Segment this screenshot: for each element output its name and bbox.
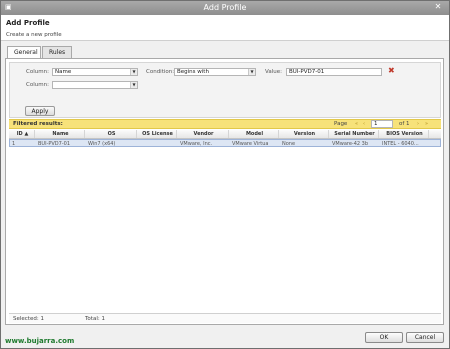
cell-id: 1: [12, 141, 16, 146]
cell-name: BUI-PVD7-01: [38, 141, 71, 146]
last-page-icon[interactable]: »: [425, 121, 428, 127]
tab-rules[interactable]: Rules: [42, 46, 72, 58]
prev-page-icon[interactable]: ‹: [363, 121, 365, 127]
add-profile-window: ▣ Add Profile ✕ Add Profile Create a new…: [0, 0, 450, 349]
cell-bios: INTEL - 6040...: [382, 141, 419, 146]
filtered-results-label: Filtered results:: [13, 121, 63, 127]
cell-os: Win7 (x64): [88, 141, 116, 146]
cell-version: None: [282, 141, 296, 146]
column-label-2: Column:: [26, 82, 49, 88]
watermark-text: www.bujarra.com: [5, 337, 75, 345]
col-model-header[interactable]: Model: [229, 130, 279, 138]
chevron-down-icon[interactable]: ▼: [130, 69, 137, 75]
first-page-icon[interactable]: «: [355, 121, 358, 127]
col-os-header[interactable]: OS: [85, 130, 137, 138]
grid-empty-area: [9, 149, 441, 309]
general-tab-panel: Column: Name ▼ Condition: Begins with ▼ …: [5, 58, 444, 325]
results-grid: ID ▲ Name OS OS License Vendor Model Ver…: [9, 130, 441, 147]
column-label: Column:: [26, 69, 49, 75]
col-version-header[interactable]: Version: [279, 130, 329, 138]
cell-os-license: [138, 140, 178, 146]
column-select-value: Name: [55, 69, 72, 75]
col-id-header[interactable]: ID ▲: [9, 130, 35, 138]
window-title: Add Profile: [203, 3, 247, 12]
col-serial-header[interactable]: Serial Number: [329, 130, 379, 138]
condition-select[interactable]: Begins with ▼: [174, 68, 256, 76]
col-bios-header[interactable]: BIOS Version: [379, 130, 429, 138]
chevron-down-icon[interactable]: ▼: [248, 69, 255, 75]
cell-vendor: VMware, Inc.: [180, 141, 213, 146]
cell-model: VMware Virtua: [232, 141, 269, 146]
col-os-license-header[interactable]: OS License: [137, 130, 177, 138]
cell-serial: VMware-42 3b: [332, 141, 369, 146]
filter-panel: Column: Name ▼ Condition: Begins with ▼ …: [9, 62, 441, 118]
table-row[interactable]: 1 BUI-PVD7-01 Win7 (x64) VMware, Inc. VM…: [9, 139, 441, 147]
dialog-title: Add Profile: [6, 19, 50, 27]
ok-button[interactable]: OK: [365, 332, 403, 343]
next-page-icon[interactable]: ›: [417, 121, 419, 127]
title-bar[interactable]: ▣ Add Profile ✕: [1, 1, 449, 15]
value-label: Value:: [265, 69, 282, 75]
apply-button[interactable]: Apply: [25, 106, 55, 116]
column-select[interactable]: Name ▼: [52, 68, 138, 76]
value-input-text: BUI-PVD7-01: [289, 69, 325, 75]
col-vendor-header[interactable]: Vendor: [177, 130, 229, 138]
value-input[interactable]: BUI-PVD7-01: [286, 68, 382, 76]
dialog-header: Add Profile Create a new profile: [1, 15, 449, 41]
page-label: Page: [334, 121, 348, 127]
col-name-header[interactable]: Name: [35, 130, 85, 138]
filtered-results-bar: Filtered results: Page « ‹ 1 of 1 › »: [9, 119, 441, 129]
grid-status-bar: Selected: 1 Total: 1: [9, 313, 441, 323]
page-of-label: of 1: [399, 121, 410, 127]
selected-count: Selected: 1: [13, 316, 44, 322]
column-select-2[interactable]: ▼: [52, 81, 138, 89]
remove-filter-icon[interactable]: ✖: [388, 67, 396, 75]
cancel-button[interactable]: Cancel: [406, 332, 444, 343]
page-input[interactable]: 1: [371, 120, 393, 128]
condition-select-value: Begins with: [177, 69, 209, 75]
chevron-down-icon[interactable]: ▼: [130, 82, 137, 88]
close-icon[interactable]: ✕: [433, 2, 443, 12]
dialog-subtitle: Create a new profile: [6, 32, 62, 38]
grid-header: ID ▲ Name OS OS License Vendor Model Ver…: [9, 130, 441, 139]
total-count: Total: 1: [85, 316, 105, 322]
condition-label: Condition:: [146, 69, 175, 75]
